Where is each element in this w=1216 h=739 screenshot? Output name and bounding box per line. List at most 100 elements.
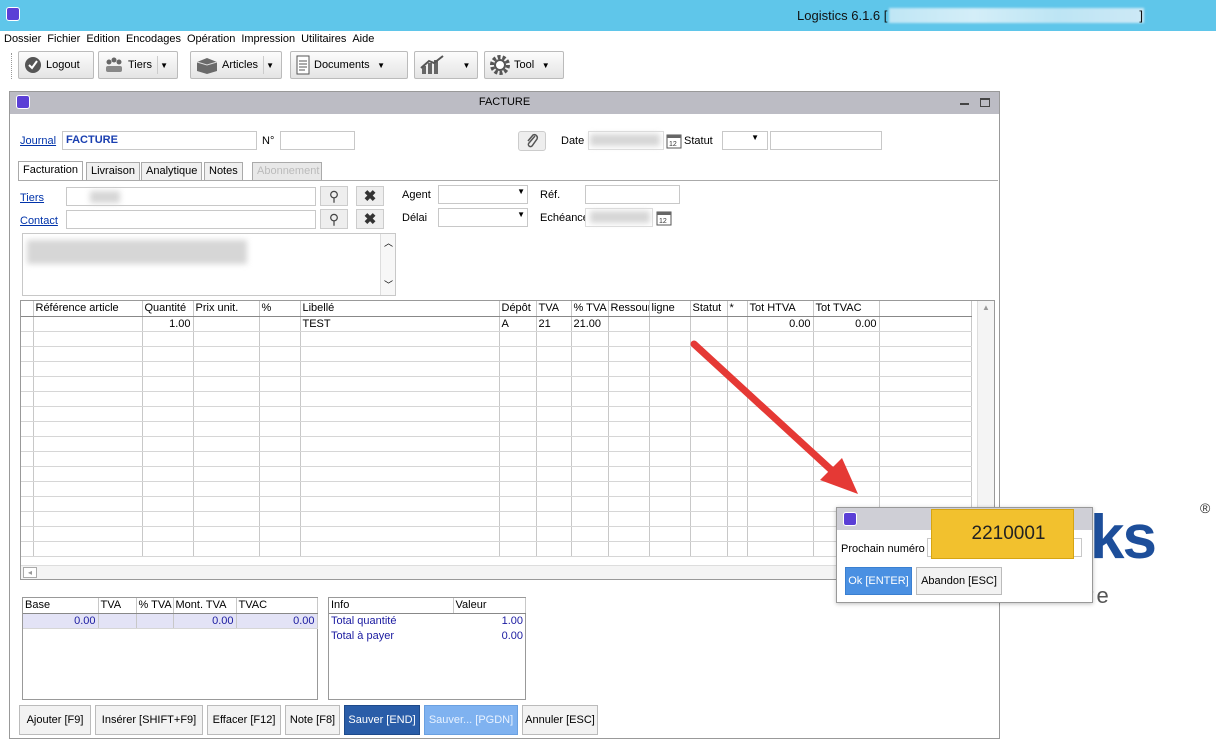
number-field[interactable]	[280, 131, 355, 150]
grid-cell[interactable]	[747, 541, 814, 557]
cell-ref[interactable]	[33, 316, 143, 332]
menu-fichier[interactable]: Fichier	[44, 31, 83, 48]
grid-cell[interactable]	[300, 361, 500, 377]
grid-cell[interactable]	[259, 331, 301, 347]
grid-cell[interactable]	[571, 511, 609, 527]
grid-cell[interactable]	[879, 406, 972, 422]
grid-cell[interactable]	[536, 391, 572, 407]
grid-cell[interactable]	[300, 541, 500, 557]
tiers-clear-button[interactable]: ✖	[356, 186, 384, 206]
grid-cell[interactable]	[259, 436, 301, 452]
grid-cell[interactable]	[300, 436, 500, 452]
tool-button[interactable]: Tool ▼	[484, 51, 564, 79]
grid-cell[interactable]	[879, 391, 972, 407]
grid-cell[interactable]	[33, 496, 143, 512]
grid-cell[interactable]	[142, 391, 194, 407]
grid-cell[interactable]	[300, 511, 500, 527]
address-scrollbar[interactable]: ︿ ﹀	[380, 234, 395, 295]
col-header[interactable]: Quantité	[142, 301, 194, 317]
tiers-button[interactable]: Tiers ▼	[98, 51, 178, 79]
scroll-up-icon[interactable]: ▲	[982, 303, 990, 312]
col-header[interactable]: Libellé	[300, 301, 500, 317]
dialog-cancel-button[interactable]: Abandon [ESC]	[916, 567, 1002, 595]
grid-cell[interactable]	[499, 346, 537, 362]
col-header[interactable]: Tot HTVA	[747, 301, 814, 317]
grid-cell[interactable]	[536, 331, 572, 347]
grid-cell[interactable]	[536, 496, 572, 512]
grid-cell[interactable]	[193, 406, 260, 422]
grid-cell[interactable]	[193, 391, 260, 407]
ref-field[interactable]	[585, 185, 680, 204]
grid-cell[interactable]	[142, 511, 194, 527]
grid-cell[interactable]	[259, 406, 301, 422]
grid-cell[interactable]	[33, 406, 143, 422]
grid-cell[interactable]	[33, 511, 143, 527]
grid-cell[interactable]	[608, 421, 650, 437]
logout-button[interactable]: Logout	[18, 51, 94, 79]
scroll-thumb[interactable]: ◂	[23, 567, 37, 578]
scroll-down-icon[interactable]: ﹀	[384, 278, 393, 291]
grid-cell[interactable]	[193, 421, 260, 437]
grid-cell[interactable]	[879, 361, 972, 377]
address-textarea[interactable]: ︿ ﹀	[22, 233, 396, 296]
documents-button[interactable]: Documents ▼	[290, 51, 408, 79]
grid-cell[interactable]	[193, 496, 260, 512]
grid-cell[interactable]	[499, 466, 537, 482]
col-header[interactable]: Ressource	[608, 301, 650, 317]
cell-libelle[interactable]: TEST	[300, 316, 500, 332]
grid-cell[interactable]	[499, 481, 537, 497]
grid-cell[interactable]	[300, 421, 500, 437]
delai-select[interactable]: ▼	[438, 208, 528, 227]
tiers-search-button[interactable]: ⚲	[320, 186, 348, 206]
grid-cell[interactable]	[536, 376, 572, 392]
col-header[interactable]: ligne	[649, 301, 691, 317]
annuler-button[interactable]: Annuler [ESC]	[522, 705, 598, 735]
grid-cell[interactable]	[33, 361, 143, 377]
grid-cell[interactable]	[879, 346, 972, 362]
grid-cell[interactable]	[33, 376, 143, 392]
grid-cell[interactable]	[727, 511, 748, 527]
statut-select[interactable]: ▼	[722, 131, 768, 150]
grid-cell[interactable]	[193, 376, 260, 392]
grid-cell[interactable]	[259, 361, 301, 377]
grid-cell[interactable]	[193, 331, 260, 347]
ajouter-button[interactable]: Ajouter [F9]	[19, 705, 91, 735]
grid-cell[interactable]	[536, 526, 572, 542]
menu-aide[interactable]: Aide	[349, 31, 377, 48]
grid-cell[interactable]	[608, 361, 650, 377]
grid-cell[interactable]	[690, 511, 728, 527]
grid-cell[interactable]	[259, 496, 301, 512]
col-header[interactable]: TVA	[536, 301, 572, 317]
grid-cell[interactable]	[193, 436, 260, 452]
grid-cell[interactable]	[608, 436, 650, 452]
grid-cell[interactable]	[193, 511, 260, 527]
grid-cell[interactable]	[300, 451, 500, 467]
col-header[interactable]: *	[727, 301, 748, 317]
grid-cell[interactable]	[499, 511, 537, 527]
grid-cell[interactable]	[536, 481, 572, 497]
grid-cell[interactable]	[193, 526, 260, 542]
grid-cell[interactable]	[727, 526, 748, 542]
grid-cell[interactable]	[571, 391, 609, 407]
grid-cell[interactable]	[33, 466, 143, 482]
grid-cell[interactable]	[571, 541, 609, 557]
cell-tva[interactable]: 21	[536, 316, 572, 332]
grid-cell[interactable]	[300, 391, 500, 407]
grid-cell[interactable]	[499, 496, 537, 512]
grid-cell[interactable]	[536, 421, 572, 437]
menu-dossier[interactable]: Dossier	[1, 31, 44, 48]
attachment-button[interactable]	[518, 131, 546, 151]
col-header[interactable]: Statut	[690, 301, 728, 317]
table-row[interactable]	[21, 511, 972, 527]
menu-utilitaires[interactable]: Utilitaires	[298, 31, 349, 48]
grid-cell[interactable]	[571, 466, 609, 482]
grid-cell[interactable]	[142, 481, 194, 497]
grid-cell[interactable]	[193, 346, 260, 362]
grid-cell[interactable]	[747, 526, 814, 542]
articles-dropdown-arrow-icon[interactable]: ▼	[263, 56, 276, 74]
grid-cell[interactable]	[536, 361, 572, 377]
cell-star[interactable]	[727, 316, 748, 332]
grid-cell[interactable]	[879, 451, 972, 467]
grid-cell[interactable]	[879, 466, 972, 482]
grid-cell[interactable]	[536, 541, 572, 557]
